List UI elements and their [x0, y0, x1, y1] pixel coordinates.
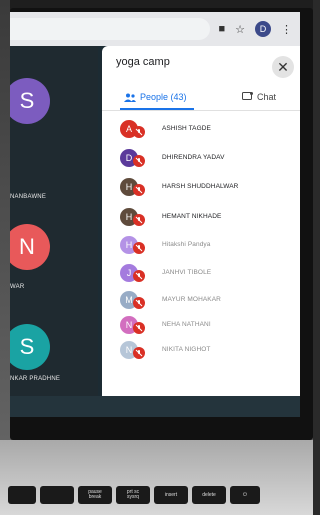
tile-name: WAR [10, 284, 25, 290]
participant-name: ASHISH TAGDE [162, 125, 211, 132]
keyboard-key: prt sc sysrq [116, 486, 150, 504]
keyboard-key: insert [154, 486, 188, 504]
taskbar [10, 396, 300, 417]
browser-icons: ■ ☆ D ⋮ [218, 21, 292, 37]
mic-off-icon [133, 126, 145, 138]
mic-off-icon [133, 214, 145, 226]
chat-icon [242, 92, 253, 100]
participant-row[interactable]: N NIKITA NIGHOT [120, 341, 290, 363]
keyboard-key: pause break [78, 486, 112, 504]
keyboard-key [40, 486, 74, 504]
participant-row[interactable]: A ASHISH TAGDE [120, 120, 290, 142]
tab-chat[interactable]: Chat [242, 92, 276, 102]
video-grid: S NANBAWNE N WAR S NKAR PRADHNE [10, 46, 98, 396]
close-icon: ✕ [277, 58, 289, 75]
mic-off-icon [133, 347, 145, 359]
participant-row[interactable]: N NEHA NATHANI [120, 316, 290, 338]
participant-name: JANHVI TIBOLE [162, 269, 212, 276]
close-button[interactable]: ✕ [272, 56, 294, 78]
keyboard-key: delete [192, 486, 226, 504]
laptop-screen: ■ ☆ D ⋮ S NANBAWNE N WAR S NKAR PRADHNE … [10, 12, 300, 417]
meeting-title: yoga camp [116, 56, 170, 68]
participant-name: MAYUR MOHAKAR [162, 296, 221, 303]
tile-avatar: N [10, 224, 50, 270]
mic-off-icon [133, 270, 145, 282]
mic-off-icon [133, 184, 145, 196]
tab-people[interactable]: People (43) [124, 92, 187, 102]
tile-name: NANBAWNE [10, 194, 47, 200]
tab-divider [102, 110, 300, 111]
function-keys: pause break prt sc sysrq insert delete ⏻ [8, 486, 260, 504]
participant-name: NEHA NATHANI [162, 321, 211, 328]
participant-row[interactable]: H HARSH SHUDDHALWAR [120, 178, 290, 200]
people-panel: yoga camp ✕ People (43) Chat A ASHISH TAG… [102, 46, 300, 396]
mic-off-icon [133, 155, 145, 167]
tile-avatar: S [10, 78, 50, 124]
menu-icon[interactable]: ⋮ [281, 23, 292, 36]
star-icon[interactable]: ☆ [235, 23, 245, 36]
tab-chat-label: Chat [257, 92, 277, 102]
mic-off-icon [133, 297, 145, 309]
camera-icon[interactable]: ■ [218, 23, 225, 35]
mic-off-icon [133, 242, 145, 254]
mic-off-icon [133, 322, 145, 334]
people-icon [124, 93, 136, 102]
keyboard-key [8, 486, 36, 504]
profile-avatar[interactable]: D [255, 21, 271, 37]
participant-name: DHIRENDRA YADAV [162, 154, 225, 161]
participant-row[interactable]: J JANHVI TIBOLE [120, 264, 290, 286]
participant-row[interactable]: D DHIRENDRA YADAV [120, 149, 290, 171]
participant-row[interactable]: H HEMANT NIKHADE [120, 208, 290, 230]
tile-avatar: S [10, 324, 50, 370]
tile-name: NKAR PRADHNE [10, 376, 61, 382]
left-edge [0, 0, 10, 515]
participant-name: HEMANT NIKHADE [162, 213, 222, 220]
participant-row[interactable]: M MAYUR MOHAKAR [120, 291, 290, 313]
keyboard-key: ⏻ [230, 486, 260, 504]
participant-row[interactable]: H Hitakshi Pandya [120, 236, 290, 258]
tab-people-label: People (43) [140, 92, 187, 102]
browser-toolbar: ■ ☆ D ⋮ [10, 12, 300, 46]
participant-name: Hitakshi Pandya [162, 241, 211, 248]
address-bar[interactable] [10, 18, 210, 40]
participant-name: HARSH SHUDDHALWAR [162, 183, 239, 190]
participant-name: NIKITA NIGHOT [162, 346, 211, 353]
